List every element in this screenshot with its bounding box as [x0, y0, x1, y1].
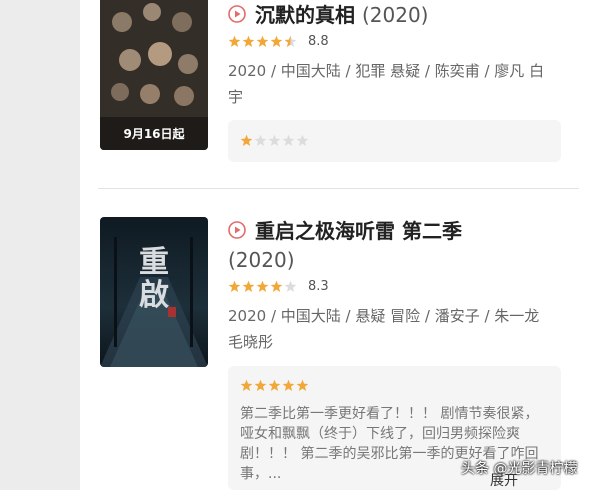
movie-title-row[interactable]: 重启之极海听雷 第二季	[228, 216, 528, 246]
rating-score: 8.3	[308, 279, 329, 294]
star-icon	[296, 134, 309, 146]
movie-year: (2020)	[228, 248, 295, 272]
half-star-icon	[284, 35, 297, 47]
user-comment[interactable]	[228, 120, 561, 162]
play-icon	[228, 5, 246, 23]
watermark: 头条 @光影青柠檬	[461, 461, 578, 477]
svg-text:重: 重	[139, 245, 169, 280]
star-icon	[256, 35, 269, 47]
rating-stars	[228, 35, 298, 48]
comment-rating-stars	[240, 134, 310, 147]
movie-poster[interactable]: 9月16日起	[100, 0, 208, 150]
star-icon	[228, 35, 241, 47]
expand-button[interactable]: 展开	[490, 470, 518, 490]
star-icon	[240, 134, 253, 146]
star-icon	[240, 379, 253, 391]
movie-title: 沉默的真相 (2020)	[255, 3, 429, 27]
movie-rating: 8.3	[228, 279, 329, 294]
star-icon	[270, 35, 283, 47]
star-icon	[284, 280, 297, 292]
svg-text:啟: 啟	[139, 278, 169, 313]
star-icon	[228, 280, 241, 292]
star-icon	[282, 134, 295, 146]
rating-stars	[228, 280, 298, 293]
star-icon	[242, 280, 255, 292]
star-icon	[282, 379, 295, 391]
divider	[98, 188, 579, 189]
star-icon	[254, 134, 267, 146]
rating-score: 8.8	[308, 34, 329, 49]
star-icon	[254, 379, 267, 391]
play-icon	[228, 221, 246, 239]
star-icon	[296, 379, 309, 391]
star-icon	[256, 280, 269, 292]
comment-rating-stars	[240, 379, 310, 392]
movie-rating: 8.8	[228, 34, 329, 49]
poster-caption: 9月16日起	[123, 127, 185, 141]
star-icon	[268, 134, 281, 146]
movie-meta: 2020 / 中国大陆 / 悬疑 冒险 / 潘安子 / 朱一龙 毛晓彤	[228, 307, 540, 351]
movie-poster[interactable]: 重 啟	[100, 217, 208, 367]
movie-title-row[interactable]: 沉默的真相 (2020)	[228, 0, 558, 30]
star-icon	[270, 280, 283, 292]
star-icon	[268, 379, 281, 391]
star-icon	[242, 35, 255, 47]
movie-meta: 2020 / 中国大陆 / 犯罪 悬疑 / 陈奕甫 / 廖凡 白宇	[228, 62, 545, 106]
movie-title: 重启之极海听雷 第二季	[255, 219, 462, 243]
